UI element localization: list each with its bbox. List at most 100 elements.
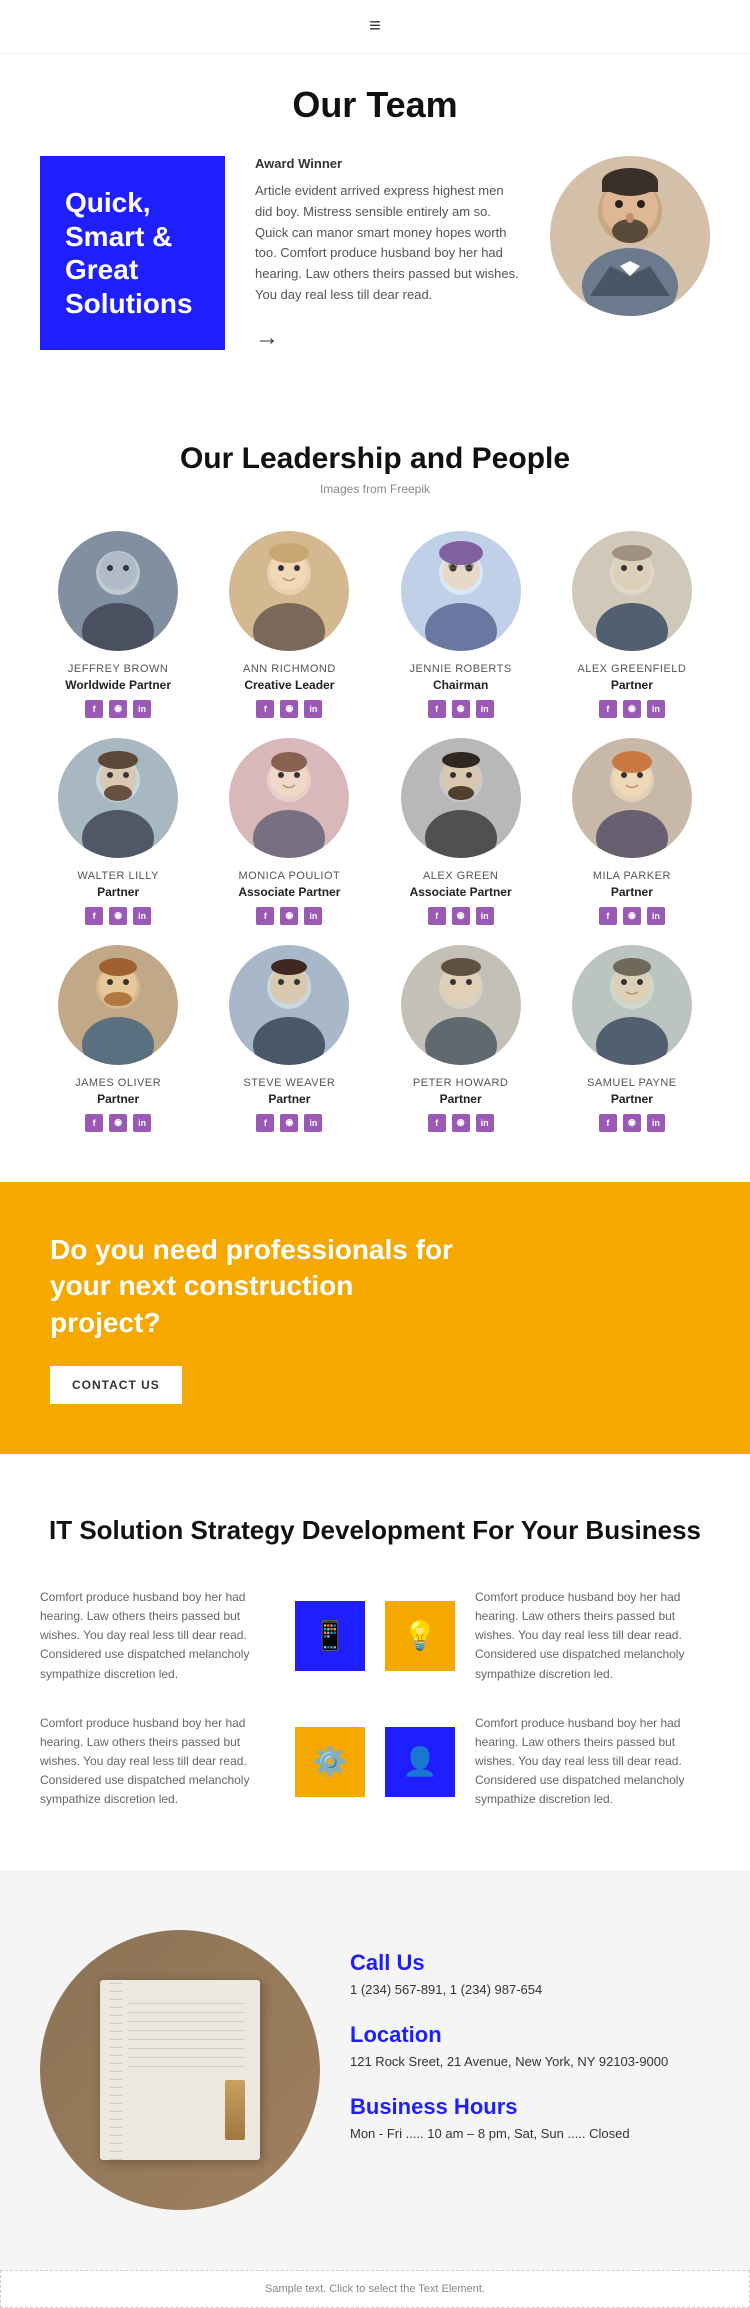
facebook-icon[interactable]: f	[256, 907, 274, 925]
facebook-icon[interactable]: f	[85, 1114, 103, 1132]
instagram-icon[interactable]: ◉	[280, 700, 298, 718]
instagram-icon[interactable]: ◉	[109, 907, 127, 925]
linkedin-icon[interactable]: in	[304, 700, 322, 718]
member-name: JENNIE ROBERTS	[383, 663, 539, 675]
member-name: STEVE WEAVER	[211, 1077, 367, 1089]
hero-photo-image	[550, 156, 710, 316]
linkedin-icon[interactable]: in	[476, 700, 494, 718]
team-member: JENNIE ROBERTS Chairman f ◉ in	[383, 531, 539, 718]
feature-text-right-2: Comfort produce husband boy her had hear…	[475, 1714, 710, 1810]
hero-section: Our Team Quick, Smart & Great Solutions …	[0, 54, 750, 392]
lightbulb-icon: 💡	[403, 1619, 438, 1652]
linkedin-icon[interactable]: in	[133, 907, 151, 925]
instagram-icon[interactable]: ◉	[280, 907, 298, 925]
member-social: f ◉ in	[40, 1114, 196, 1132]
call-us-title: Call Us	[350, 1950, 710, 1976]
facebook-icon[interactable]: f	[85, 700, 103, 718]
member-role: Partner	[40, 885, 196, 899]
navbar: ≡	[0, 0, 750, 54]
leadership-subtitle: Images from Freepik	[40, 482, 710, 496]
linkedin-icon[interactable]: in	[304, 907, 322, 925]
linkedin-icon[interactable]: in	[647, 1114, 665, 1132]
hero-middle-content: Award Winner Article evident arrived exp…	[245, 156, 530, 352]
cta-title: Do you need professionals for your next …	[50, 1232, 470, 1341]
facebook-icon[interactable]: f	[428, 700, 446, 718]
facebook-icon[interactable]: f	[599, 907, 617, 925]
feature-icon-mobile: 📱	[295, 1601, 365, 1671]
member-photo	[572, 945, 692, 1065]
team-member: ALEX GREENFIELD Partner f ◉ in	[554, 531, 710, 718]
facebook-icon[interactable]: f	[428, 907, 446, 925]
hamburger-menu-icon[interactable]: ≡	[369, 15, 381, 38]
facebook-icon[interactable]: f	[599, 700, 617, 718]
linkedin-icon[interactable]: in	[476, 1114, 494, 1132]
instagram-icon[interactable]: ◉	[623, 700, 641, 718]
linkedin-icon[interactable]: in	[304, 1114, 322, 1132]
team-member: JAMES OLIVER Partner f ◉ in	[40, 945, 196, 1132]
member-role: Partner	[383, 1092, 539, 1106]
member-photo	[229, 531, 349, 651]
instagram-icon[interactable]: ◉	[623, 907, 641, 925]
member-role: Partner	[554, 885, 710, 899]
call-us-value: 1 (234) 567-891, 1 (234) 987-654	[350, 1982, 710, 1997]
team-member: MILA PARKER Partner f ◉ in	[554, 738, 710, 925]
person-icon: 👤	[403, 1745, 438, 1778]
hero-arrow-button[interactable]: →	[255, 324, 279, 352]
instagram-icon[interactable]: ◉	[109, 1114, 127, 1132]
page-title: Our Team	[40, 84, 710, 126]
team-member: STEVE WEAVER Partner f ◉ in	[211, 945, 367, 1132]
member-name: ALEX GREEN	[383, 870, 539, 882]
member-social: f ◉ in	[211, 907, 367, 925]
instagram-icon[interactable]: ◉	[280, 1114, 298, 1132]
team-member: PETER HOWARD Partner f ◉ in	[383, 945, 539, 1132]
mobile-icon: 📱	[313, 1619, 348, 1652]
member-name: ANN RICHMOND	[211, 663, 367, 675]
member-role: Partner	[211, 1092, 367, 1106]
linkedin-icon[interactable]: in	[647, 700, 665, 718]
linkedin-icon[interactable]: in	[647, 907, 665, 925]
business-hours-value: Mon - Fri ..... 10 am – 8 pm, Sat, Sun .…	[350, 2126, 710, 2141]
member-photo	[401, 738, 521, 858]
features-row-2: Comfort produce husband boy her had hear…	[40, 1714, 710, 1810]
instagram-icon[interactable]: ◉	[109, 700, 127, 718]
hero-description: Article evident arrived express highest …	[255, 181, 520, 306]
facebook-icon[interactable]: f	[256, 700, 274, 718]
member-photo	[572, 738, 692, 858]
linkedin-icon[interactable]: in	[476, 907, 494, 925]
award-label: Award Winner	[255, 156, 520, 171]
member-name: MONICA POULIOT	[211, 870, 367, 882]
member-role: Partner	[554, 1092, 710, 1106]
facebook-icon[interactable]: f	[428, 1114, 446, 1132]
contact-info: Call Us 1 (234) 567-891, 1 (234) 987-654…	[350, 1930, 710, 2166]
member-name: ALEX GREENFIELD	[554, 663, 710, 675]
location-block: Location 121 Rock Sreet, 21 Avenue, New …	[350, 2022, 710, 2069]
linkedin-icon[interactable]: in	[133, 1114, 151, 1132]
notebook-image	[40, 1930, 320, 2210]
member-social: f ◉ in	[40, 700, 196, 718]
team-member: WALTER LILLY Partner f ◉ in	[40, 738, 196, 925]
instagram-icon[interactable]: ◉	[452, 907, 470, 925]
member-social: f ◉ in	[383, 907, 539, 925]
feature-text-right-1: Comfort produce husband boy her had hear…	[475, 1588, 710, 1684]
linkedin-icon[interactable]: in	[133, 700, 151, 718]
member-role: Worldwide Partner	[40, 678, 196, 692]
cta-banner: Do you need professionals for your next …	[0, 1182, 750, 1454]
location-title: Location	[350, 2022, 710, 2048]
member-social: f ◉ in	[554, 700, 710, 718]
member-role: Partner	[554, 678, 710, 692]
hero-blue-box: Quick, Smart & Great Solutions	[40, 156, 225, 350]
contact-us-button[interactable]: CONTACT US	[50, 1366, 182, 1404]
facebook-icon[interactable]: f	[85, 907, 103, 925]
facebook-icon[interactable]: f	[599, 1114, 617, 1132]
member-social: f ◉ in	[40, 907, 196, 925]
instagram-icon[interactable]: ◉	[452, 700, 470, 718]
member-name: SAMUEL PAYNE	[554, 1077, 710, 1089]
facebook-icon[interactable]: f	[256, 1114, 274, 1132]
instagram-icon[interactable]: ◉	[452, 1114, 470, 1132]
member-photo	[401, 945, 521, 1065]
instagram-icon[interactable]: ◉	[623, 1114, 641, 1132]
member-photo	[58, 531, 178, 651]
call-us-block: Call Us 1 (234) 567-891, 1 (234) 987-654	[350, 1950, 710, 1997]
member-name: JAMES OLIVER	[40, 1077, 196, 1089]
team-grid: JEFFREY BROWN Worldwide Partner f ◉ in	[40, 531, 710, 1132]
